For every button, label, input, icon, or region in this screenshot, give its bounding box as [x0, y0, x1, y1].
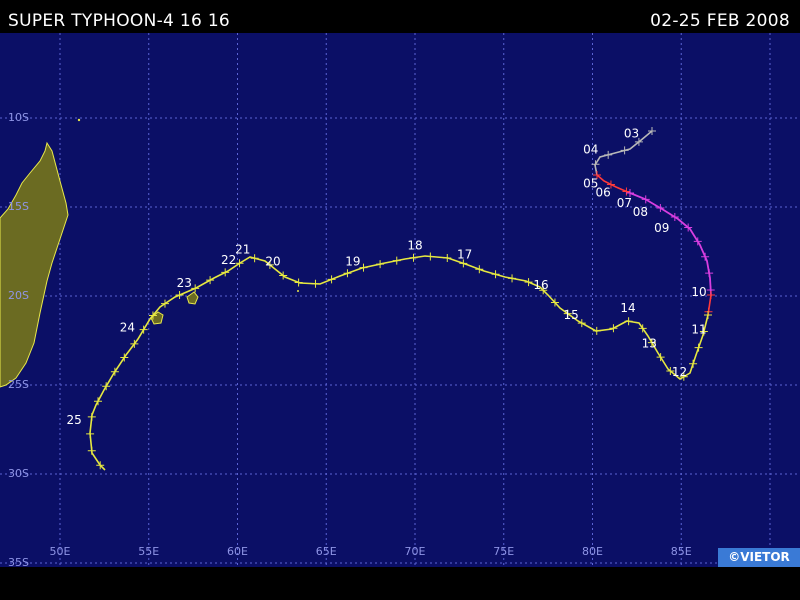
longitude-label: 75E: [493, 545, 514, 558]
longitude-label: 60E: [227, 545, 248, 558]
day-label: 19: [345, 255, 360, 269]
day-label: 22: [221, 253, 236, 267]
day-label: 18: [407, 239, 422, 253]
track-map: 10S 15S 20S 25S 30S 35S 50E 55E 60E 65E 70E 75E 80E…: [0, 33, 800, 567]
date-range: 02-25 FEB 2008: [650, 11, 790, 31]
day-label: 15: [564, 308, 579, 322]
day-label: 08: [633, 205, 648, 219]
day-label: 06: [596, 185, 611, 199]
day-label: 24: [120, 321, 135, 335]
day-label: 20: [265, 255, 280, 269]
day-label: 25: [67, 413, 82, 427]
day-label: 17: [457, 248, 472, 262]
day-label: 09: [654, 221, 669, 235]
day-label: 16: [533, 278, 548, 292]
longitude-label: 50E: [50, 545, 71, 558]
longitude-label: 85E: [671, 545, 692, 558]
longitude-label: 70E: [405, 545, 426, 558]
latitude-label: 30S: [8, 467, 29, 480]
day-label: 12: [672, 365, 687, 379]
storm-title: SUPER TYPHOON-4 16 16: [8, 11, 231, 31]
day-label: 11: [691, 322, 706, 336]
latitude-label: 25S: [8, 378, 29, 391]
day-label: 23: [177, 276, 192, 290]
day-label: 13: [642, 337, 657, 351]
day-label: 07: [617, 196, 632, 210]
ocean: [0, 33, 800, 567]
longitude-label: 80E: [582, 545, 603, 558]
day-label: 03: [624, 127, 639, 141]
latitude-label: 20S: [8, 289, 29, 302]
day-label: 14: [620, 301, 635, 315]
day-label: 04: [583, 143, 598, 157]
longitude-label: 65E: [316, 545, 337, 558]
latitude-label: 35S: [8, 556, 29, 567]
islet: [77, 118, 81, 122]
bottom-bar: [0, 567, 800, 600]
day-label: 10: [691, 285, 706, 299]
title-bar: SUPER TYPHOON-4 16 16 02-25 FEB 2008: [0, 0, 800, 33]
islet: [297, 290, 299, 292]
longitude-label: 55E: [138, 545, 159, 558]
latitude-label: 15S: [8, 200, 29, 213]
day-label: 21: [235, 242, 250, 256]
latitude-label: 10S: [8, 111, 29, 124]
watermark: ©VIETOR: [718, 548, 800, 567]
